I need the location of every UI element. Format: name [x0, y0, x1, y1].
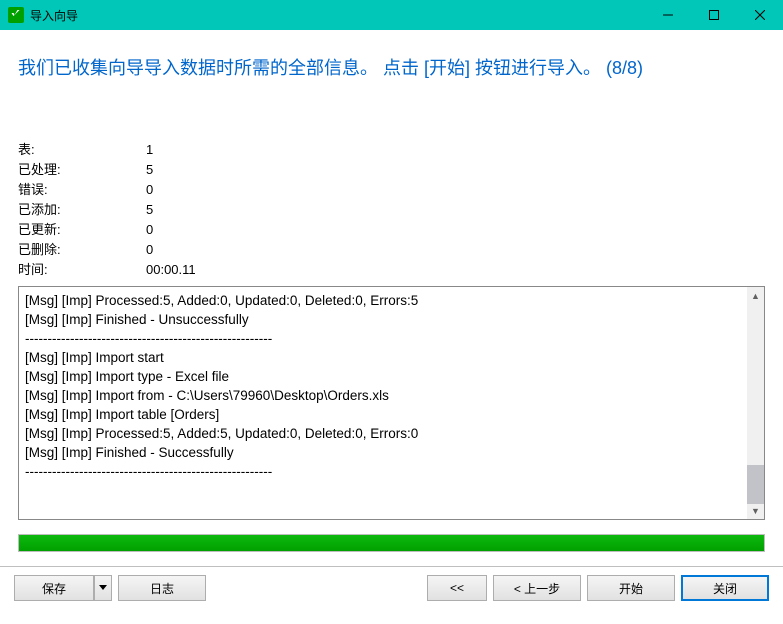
progress-bar	[18, 534, 765, 552]
stat-label: 表:	[18, 140, 146, 160]
stat-value: 00:00.11	[146, 260, 196, 280]
stat-value: 0	[146, 180, 153, 200]
stat-row: 时间:00:00.11	[18, 260, 765, 280]
start-button[interactable]: 开始	[587, 575, 675, 601]
stat-value: 5	[146, 160, 153, 180]
stat-row: 已更新:0	[18, 220, 765, 240]
stat-label: 已更新:	[18, 220, 146, 240]
app-icon	[8, 7, 24, 23]
window-controls	[645, 0, 783, 30]
close-button[interactable]: 关闭	[681, 575, 769, 601]
scroll-up-button[interactable]: ▲	[747, 287, 764, 304]
stat-row: 已删除:0	[18, 240, 765, 260]
scrollbar[interactable]: ▲ ▼	[747, 287, 764, 519]
stat-value: 0	[146, 220, 153, 240]
close-window-button[interactable]	[737, 0, 783, 30]
stat-label: 错误:	[18, 180, 146, 200]
window-title: 导入向导	[30, 7, 645, 24]
save-dropdown-button[interactable]	[94, 575, 112, 601]
stat-row: 已处理:5	[18, 160, 765, 180]
maximize-button[interactable]	[691, 0, 737, 30]
stat-label: 时间:	[18, 260, 146, 280]
stat-row: 表:1	[18, 140, 765, 160]
footer-buttons: 保存 日志 << < 上一步 开始 关闭	[0, 566, 783, 609]
stats-table: 表:1 已处理:5 错误:0 已添加:5 已更新:0 已删除:0 时间:00:0…	[18, 140, 765, 280]
titlebar: 导入向导	[0, 0, 783, 30]
stat-row: 错误:0	[18, 180, 765, 200]
scroll-down-button[interactable]: ▼	[747, 502, 764, 519]
save-button[interactable]: 保存	[14, 575, 94, 601]
stat-label: 已删除:	[18, 240, 146, 260]
stat-label: 已处理:	[18, 160, 146, 180]
stat-row: 已添加:5	[18, 200, 765, 220]
progress-fill	[19, 535, 764, 551]
scroll-thumb[interactable]	[747, 465, 764, 504]
first-step-button[interactable]: <<	[427, 575, 487, 601]
log-textarea[interactable]: [Msg] [Imp] Processed:5, Added:0, Update…	[18, 286, 765, 520]
stat-value: 1	[146, 140, 153, 160]
log-content: [Msg] [Imp] Processed:5, Added:0, Update…	[19, 287, 764, 519]
minimize-button[interactable]	[645, 0, 691, 30]
log-button[interactable]: 日志	[118, 575, 206, 601]
stat-value: 0	[146, 240, 153, 260]
wizard-headline: 我们已收集向导导入数据时所需的全部信息。 点击 [开始] 按钮进行导入。 (8/…	[18, 54, 765, 80]
previous-step-button[interactable]: < 上一步	[493, 575, 581, 601]
stat-label: 已添加:	[18, 200, 146, 220]
stat-value: 5	[146, 200, 153, 220]
